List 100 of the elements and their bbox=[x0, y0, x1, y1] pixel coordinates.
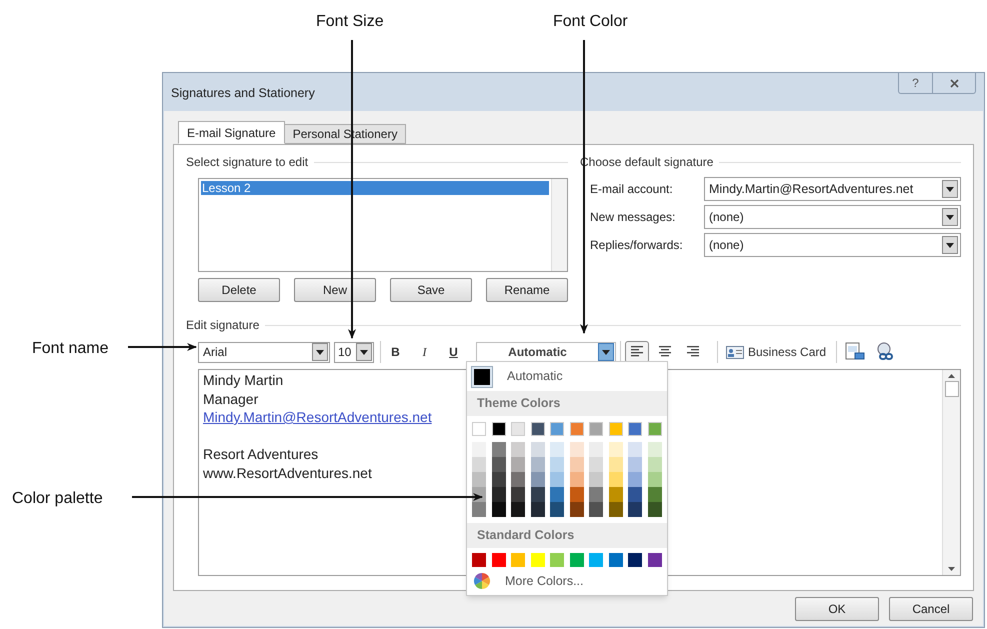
color-swatch[interactable] bbox=[492, 422, 506, 436]
hyperlink-icon[interactable] bbox=[875, 342, 896, 362]
color-swatch[interactable] bbox=[550, 553, 564, 567]
color-swatch[interactable] bbox=[608, 553, 623, 567]
color-swatch[interactable] bbox=[511, 472, 526, 487]
color-swatch[interactable] bbox=[608, 487, 623, 502]
dialog-button[interactable]: Cancel bbox=[889, 597, 973, 621]
scrollbar[interactable] bbox=[551, 179, 567, 271]
color-swatch[interactable] bbox=[648, 422, 662, 436]
color-swatch[interactable] bbox=[570, 457, 584, 472]
callout-label: Font name bbox=[32, 339, 108, 359]
color-swatch[interactable] bbox=[608, 422, 623, 436]
color-swatch[interactable] bbox=[530, 553, 545, 567]
color-swatch[interactable] bbox=[589, 442, 604, 457]
color-swatch[interactable] bbox=[628, 553, 642, 567]
color-swatch[interactable] bbox=[570, 553, 584, 567]
color-swatch[interactable] bbox=[648, 487, 662, 502]
format-button[interactable]: B bbox=[381, 341, 410, 363]
color-swatch[interactable] bbox=[492, 442, 506, 457]
color-swatch[interactable] bbox=[648, 457, 662, 472]
color-swatch[interactable] bbox=[530, 442, 545, 457]
picture-icon[interactable] bbox=[845, 342, 866, 362]
color-swatch[interactable] bbox=[550, 487, 564, 502]
color-swatch[interactable] bbox=[648, 553, 662, 567]
align-button[interactable] bbox=[625, 341, 649, 363]
color-swatch[interactable] bbox=[511, 487, 526, 502]
action-button[interactable]: New bbox=[294, 278, 376, 302]
color-swatch[interactable] bbox=[648, 502, 662, 517]
color-swatch[interactable] bbox=[550, 472, 564, 487]
format-button[interactable]: I bbox=[410, 341, 439, 363]
field-label: New messages: bbox=[590, 209, 676, 226]
dialog-button[interactable]: OK bbox=[795, 597, 879, 621]
color-swatch[interactable] bbox=[648, 472, 662, 487]
scroll-up-icon[interactable] bbox=[948, 374, 955, 378]
dropdown-field[interactable]: (none) bbox=[704, 233, 961, 257]
color-swatch[interactable] bbox=[608, 442, 623, 457]
color-swatch[interactable] bbox=[472, 422, 486, 436]
color-swatch[interactable] bbox=[511, 442, 526, 457]
color-swatch[interactable] bbox=[511, 553, 526, 567]
color-swatch[interactable] bbox=[608, 472, 623, 487]
scroll-thumb[interactable] bbox=[944, 381, 958, 397]
color-swatch[interactable] bbox=[570, 442, 584, 457]
color-swatch[interactable] bbox=[589, 487, 604, 502]
color-swatch[interactable] bbox=[472, 553, 486, 567]
color-swatch[interactable] bbox=[472, 502, 486, 517]
email-link[interactable]: Mindy.Martin@ResortAdventures.net bbox=[203, 408, 432, 426]
scroll-down-icon[interactable] bbox=[948, 567, 955, 571]
color-swatch[interactable] bbox=[530, 472, 545, 487]
color-swatch[interactable] bbox=[511, 422, 526, 436]
color-swatch[interactable] bbox=[530, 502, 545, 517]
color-swatch[interactable] bbox=[492, 553, 506, 567]
action-button[interactable]: Rename bbox=[486, 278, 568, 302]
action-button[interactable]: Delete bbox=[198, 278, 280, 302]
color-swatch[interactable] bbox=[608, 502, 623, 517]
color-swatch[interactable] bbox=[472, 472, 486, 487]
color-swatch[interactable] bbox=[550, 422, 564, 436]
color-swatch[interactable] bbox=[472, 442, 486, 457]
color-swatch[interactable] bbox=[492, 487, 506, 502]
color-swatch[interactable] bbox=[550, 502, 564, 517]
color-swatch[interactable] bbox=[589, 472, 604, 487]
color-swatch[interactable] bbox=[570, 487, 584, 502]
business-card-button[interactable]: Business Card bbox=[726, 341, 826, 363]
color-swatch[interactable] bbox=[511, 457, 526, 472]
color-swatch[interactable] bbox=[570, 422, 584, 436]
action-button[interactable]: Save bbox=[390, 278, 472, 302]
color-swatch[interactable] bbox=[628, 487, 642, 502]
swatch bbox=[471, 366, 493, 388]
color-swatch[interactable] bbox=[530, 487, 545, 502]
color-swatch[interactable] bbox=[492, 502, 506, 517]
color-swatch[interactable] bbox=[550, 457, 564, 472]
color-swatch[interactable] bbox=[570, 472, 584, 487]
color-swatch[interactable] bbox=[492, 457, 506, 472]
color-swatch[interactable] bbox=[589, 502, 604, 517]
color-swatch[interactable] bbox=[628, 422, 642, 436]
dropdown-field[interactable]: (none) bbox=[704, 205, 961, 229]
tab[interactable]: E-mail Signature bbox=[178, 121, 285, 144]
color-swatch[interactable] bbox=[608, 457, 623, 472]
color-swatch[interactable] bbox=[589, 457, 604, 472]
color-swatch[interactable] bbox=[530, 457, 545, 472]
scrollbar[interactable] bbox=[942, 370, 960, 575]
color-swatch[interactable] bbox=[628, 442, 642, 457]
color-swatch[interactable] bbox=[589, 422, 604, 436]
color-swatch[interactable] bbox=[530, 422, 545, 436]
format-button[interactable]: U bbox=[439, 341, 468, 363]
dropdown-field[interactable]: Mindy.Martin@ResortAdventures.net bbox=[704, 177, 961, 201]
callout-label: Font Color bbox=[553, 12, 628, 32]
signature-line: Resort Adventures bbox=[203, 445, 318, 464]
color-swatch[interactable] bbox=[570, 502, 584, 517]
color-swatch[interactable] bbox=[628, 457, 642, 472]
list-item[interactable]: Lesson 2 bbox=[201, 181, 549, 195]
color-swatch[interactable] bbox=[628, 472, 642, 487]
color-swatch[interactable] bbox=[472, 457, 486, 472]
color-swatch[interactable] bbox=[628, 502, 642, 517]
font-size-field[interactable]: 10 bbox=[334, 342, 374, 362]
color-swatch[interactable] bbox=[511, 502, 526, 517]
font-name-field[interactable]: Arial bbox=[198, 342, 330, 362]
color-swatch[interactable] bbox=[589, 553, 604, 567]
color-swatch[interactable] bbox=[492, 472, 506, 487]
color-swatch[interactable] bbox=[648, 442, 662, 457]
color-swatch[interactable] bbox=[550, 442, 564, 457]
